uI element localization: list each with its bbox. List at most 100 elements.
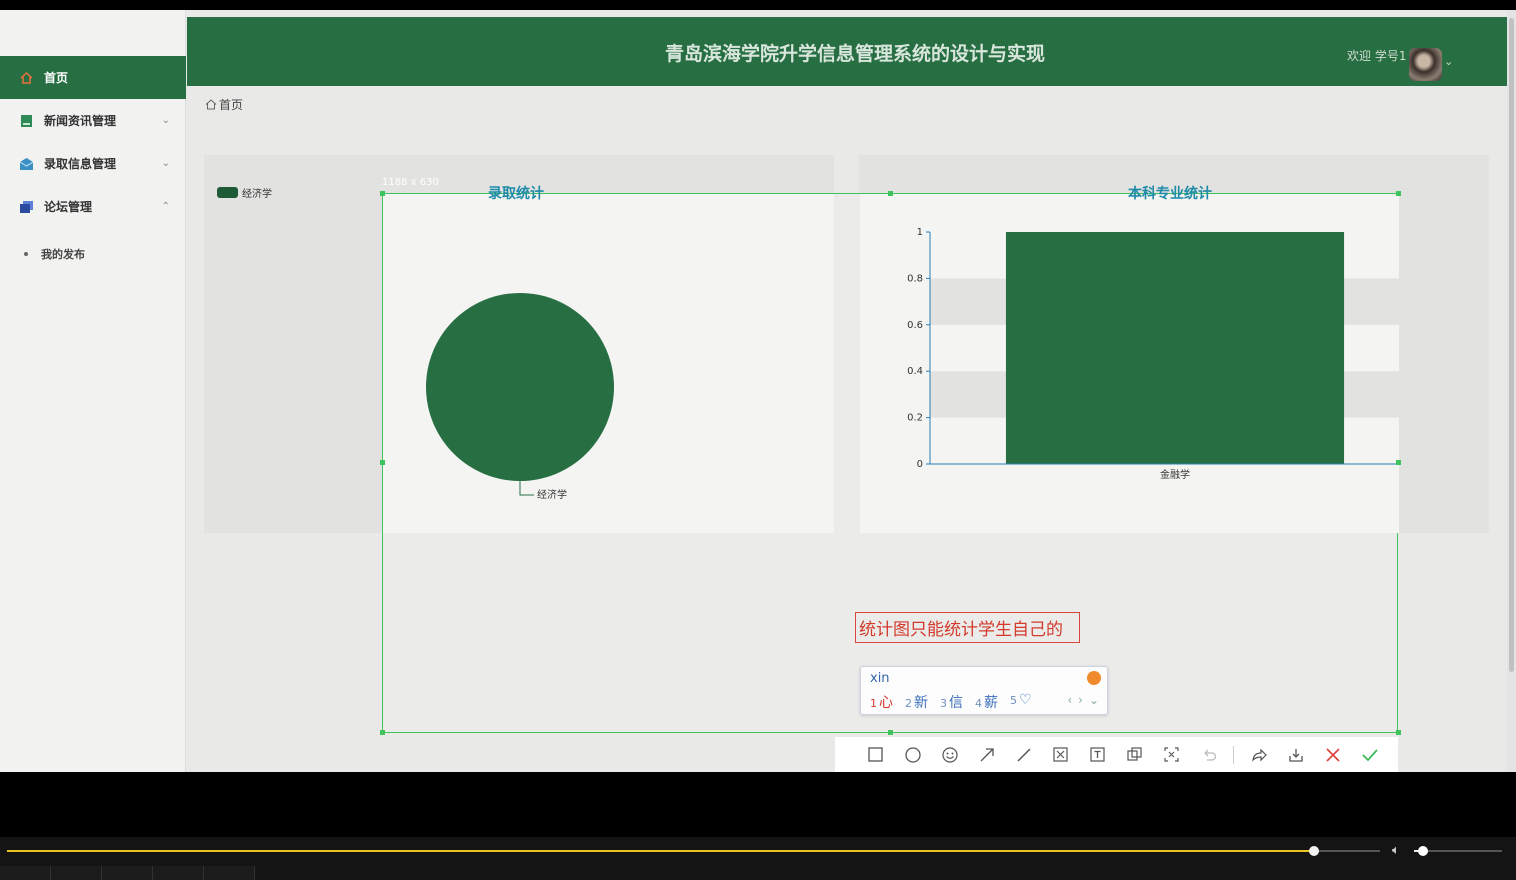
mosaic-tool-icon[interactable] [1042,745,1079,765]
sidebar-item-label: 录取信息管理 [44,157,117,171]
breadcrumb[interactable]: 首页 [205,96,243,113]
sidebar-item-home[interactable]: 首页 [0,56,186,99]
ime-nav: ‹ › ⌄ [1067,693,1099,707]
prev-page-icon[interactable]: ‹ [1067,693,1072,707]
y-tick-label: 0.2 [907,413,923,424]
selection-handle[interactable] [1396,730,1401,735]
selection-handle[interactable] [1396,460,1401,465]
sidebar-subitem-label: 我的发布 [41,248,85,261]
sidebar-item-admission[interactable]: 录取信息管理 ⌄ [0,142,186,185]
selected-bar-panel: 0 0.2 0.4 0.6 0.8 1 金融学 [860,194,1420,533]
volume-knob[interactable] [1417,846,1428,856]
selection-handle[interactable] [888,730,893,735]
ime-candidate[interactable]: 4薪 [975,692,998,712]
x-tick-label: 金融学 [1160,468,1190,481]
ellipse-tool-icon[interactable] [894,745,931,765]
toolbar-divider [1233,745,1234,764]
selection-size-label: 1188 x 630 [382,177,439,188]
player-tab[interactable] [0,866,51,880]
cancel-icon[interactable] [1314,745,1351,765]
confirm-icon[interactable] [1351,745,1388,765]
sidebar-subitem-my-posts[interactable]: 我的发布 [0,239,186,269]
header: 青岛滨海学院升学信息管理系统的设计与实现 欢迎 学号1 ⌄ [187,17,1507,86]
chevron-down-icon: ⌄ [161,115,170,126]
sidebar-item-news[interactable]: 新闻资讯管理 ⌄ [0,99,186,142]
emoji-tool-icon[interactable] [931,745,968,765]
video-player-bar: 🔈︎ [0,837,1516,880]
home-icon [20,71,33,84]
progress-fill [7,850,1315,852]
sidebar-item-label: 首页 [44,71,69,85]
selection-handle[interactable] [380,460,385,465]
text-tool-icon[interactable] [1079,745,1116,765]
vertical-scrollbar[interactable] [1507,10,1516,772]
player-tab[interactable] [102,866,153,880]
player-tab[interactable] [153,866,204,880]
share-icon[interactable] [1240,745,1277,765]
screenshot-selection[interactable]: 经济学 0 0.2 0.4 0.6 0.8 1 金融学 [382,193,1420,733]
y-tick-label: 0.4 [907,366,923,377]
progress-knob[interactable] [1309,846,1320,856]
sidebar-item-label: 新闻资讯管理 [44,114,117,128]
sidebar-item-forum[interactable]: 论坛管理 ⌃ [0,185,186,228]
bullet-icon [24,252,28,256]
player-tabs [0,866,255,880]
chevron-down-icon: ⌄ [161,158,170,169]
selection-handle[interactable] [1396,191,1401,196]
download-icon[interactable] [1277,745,1314,765]
welcome-text: 欢迎 学号1 [1347,49,1407,63]
text-annotation[interactable]: 统计图只能统计学生自己的 [855,612,1080,643]
scrollbar-thumb[interactable] [1509,18,1514,672]
bar-chart: 0 0.2 0.4 0.6 0.8 1 金融学 [907,227,1420,481]
ime-candidates: 1心 2新 3信 4薪 5 ♡ [870,692,1032,712]
screen: 首页 新闻资讯管理 ⌄ 录取信息管理 ⌄ 论坛管理 ⌃ 我的发布 青岛滨海学院升… [0,10,1516,772]
ime-skin-icon[interactable] [1087,671,1101,685]
selection-handle[interactable] [888,191,893,196]
legend-swatch [217,187,238,198]
bar[interactable] [1005,232,1345,464]
ime-candidate-window: xin 1心 2新 3信 4薪 5 ♡ ‹ › ⌄ [860,666,1108,715]
line-tool-icon[interactable] [1005,745,1042,765]
rectangle-tool-icon[interactable] [857,745,894,765]
pie-chart-title: 录取统计 [488,186,544,202]
chart-legend[interactable]: 经济学 [217,185,272,200]
ime-input: xin [870,671,890,686]
sidebar: 首页 新闻资讯管理 ⌄ 录取信息管理 ⌄ 论坛管理 ⌃ 我的发布 [0,10,186,772]
sidebar-item-label: 论坛管理 [44,200,93,214]
next-page-icon[interactable]: › [1078,693,1083,707]
breadcrumb-label: 首页 [219,98,244,112]
volume-icon[interactable]: 🔈︎ [1392,843,1400,858]
volume-slider[interactable] [1414,846,1502,856]
chevron-down-icon[interactable]: ⌄ [1444,55,1453,68]
player-tab[interactable] [204,866,255,880]
ime-candidate[interactable]: 2新 [905,692,928,712]
ime-candidate[interactable]: 5 ♡ [1010,692,1032,712]
ime-candidate[interactable]: 3信 [940,692,963,712]
page-title: 青岛滨海学院升学信息管理系统的设计与实现 [664,43,1045,65]
ime-candidate[interactable]: 1心 [870,692,893,712]
selection-handle[interactable] [380,730,385,735]
pie-slice[interactable] [426,293,614,481]
chevron-up-icon: ⌃ [161,201,170,212]
player-tab[interactable] [51,866,102,880]
selection-handle[interactable] [380,191,385,196]
progress-bar[interactable] [7,846,1380,856]
arrow-tool-icon[interactable] [968,745,1005,765]
ocr-tool-icon[interactable] [1153,745,1190,765]
screenshot-toolbar [835,737,1398,772]
y-tick-label: 0.6 [907,320,923,331]
news-icon [20,114,33,127]
legend-label: 经济学 [242,189,272,200]
y-tick-label: 0.8 [907,273,923,284]
pie-label-line [519,481,534,496]
avatar[interactable] [1409,48,1442,81]
pin-tool-icon[interactable] [1116,745,1153,765]
pie-chart: 经济学 [426,293,614,501]
y-tick-label: 1 [917,227,923,238]
selected-pie-panel: 经济学 [383,194,834,533]
pie-slice-label: 经济学 [537,488,567,501]
chevron-down-icon[interactable]: ⌄ [1089,693,1099,707]
undo-icon[interactable] [1190,745,1227,765]
mail-icon [19,157,34,170]
y-tick-label: 0 [917,459,923,470]
